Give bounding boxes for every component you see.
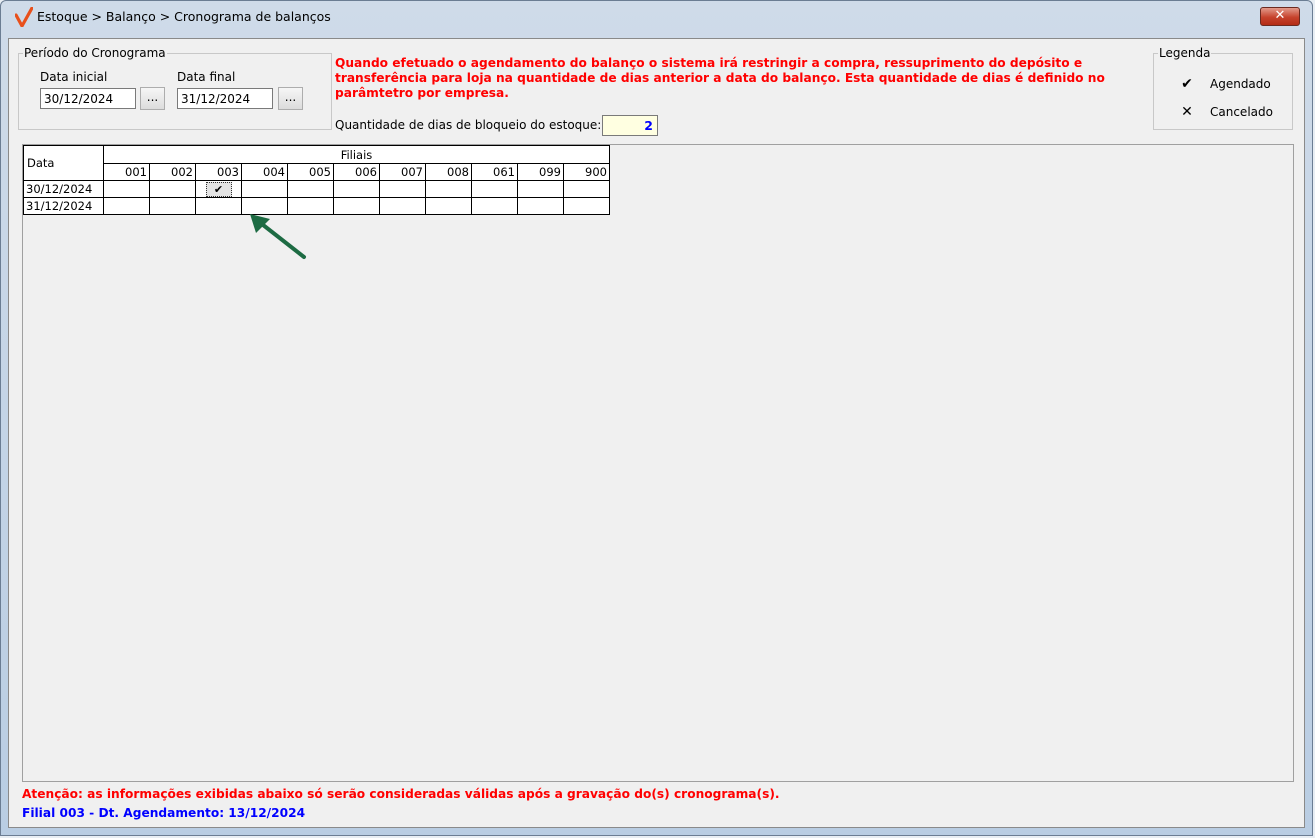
schedule-cell-003[interactable]: ✔ (195, 180, 242, 198)
schedule-cell-006[interactable] (333, 197, 380, 215)
branch-header-005: 005 (287, 163, 334, 181)
table-row: 30/12/2024 ✔ (23, 180, 610, 198)
schedule-cell-007[interactable] (379, 180, 426, 198)
row-date: 30/12/2024 (23, 180, 104, 198)
footer-warning-text: Atenção: as informações exibidas abaixo … (22, 787, 780, 801)
schedule-cell-099[interactable] (517, 180, 564, 198)
filiais-header: Filiais (103, 145, 610, 164)
schedule-cell-008[interactable] (425, 180, 472, 198)
schedule-cell-900[interactable] (563, 180, 610, 198)
branch-header-006: 006 (333, 163, 380, 181)
branch-header-900: 900 (563, 163, 610, 181)
schedule-cell-099[interactable] (517, 197, 564, 215)
legend-group: Legenda ✔ Agendado ✕ Cancelado (1153, 46, 1293, 130)
footer-schedule-info: Filial 003 - Dt. Agendamento: 13/12/2024 (22, 806, 306, 820)
schedule-cell-001[interactable] (103, 197, 150, 215)
table-row: 31/12/2024 (23, 197, 610, 215)
client-area: Período do Cronograma Data inicial ... D… (8, 38, 1305, 828)
branch-header-001: 001 (103, 163, 150, 181)
branch-header-008: 008 (425, 163, 472, 181)
check-icon: ✔ (1181, 76, 1193, 92)
schedule-cell-003[interactable] (195, 197, 242, 215)
schedule-cell-007[interactable] (379, 197, 426, 215)
schedule-grid-area[interactable]: Data Filiais 001 002 003 004 005 006 007 008 061… (22, 144, 1294, 782)
period-group-legend: Período do Cronograma (24, 46, 166, 60)
end-date-input[interactable] (177, 88, 273, 109)
close-icon: ✕ (1274, 8, 1286, 23)
schedule-cell-900[interactable] (563, 197, 610, 215)
legend-item-scheduled: ✔ Agendado (1178, 76, 1271, 92)
branch-header-row: 001 002 003 004 005 006 007 008 061 099 900 (24, 163, 610, 181)
branch-header-004: 004 (241, 163, 288, 181)
legend-scheduled-label: Agendado (1210, 77, 1271, 91)
end-date-picker-button[interactable]: ... (278, 87, 303, 110)
start-date-picker-button[interactable]: ... (140, 87, 165, 110)
grid-body: 30/12/2024 ✔ 31/12/2024 (23, 180, 610, 215)
period-group: Período do Cronograma Data inicial ... D… (18, 46, 332, 130)
legend-group-title: Legenda (1159, 46, 1211, 60)
close-button[interactable]: ✕ (1260, 7, 1300, 26)
schedule-cell-061[interactable] (471, 180, 518, 198)
schedule-cell-006[interactable] (333, 180, 380, 198)
schedule-cell-008[interactable] (425, 197, 472, 215)
schedule-grid: Data Filiais 001 002 003 004 005 006 007 008 061… (23, 145, 610, 215)
pointer-arrow-icon (250, 214, 306, 259)
block-days-input[interactable] (602, 115, 658, 136)
block-days-label: Quantidade de dias de bloqueio do estoqu… (335, 118, 602, 132)
schedule-cell-002[interactable] (149, 197, 196, 215)
schedule-cell-002[interactable] (149, 180, 196, 198)
app-window: Estoque > Balanço > Cronograma de balanç… (0, 0, 1313, 836)
app-logo-icon (15, 7, 33, 27)
end-date-label: Data final (177, 70, 236, 84)
date-column-header: Data (23, 145, 104, 181)
schedule-warning-text: Quando efetuado o agendamento do balanço… (335, 56, 1105, 100)
cross-icon: ✕ (1181, 104, 1193, 120)
row-date: 31/12/2024 (23, 197, 104, 215)
schedule-cell-001[interactable] (103, 180, 150, 198)
window-title: Estoque > Balanço > Cronograma de balanç… (37, 9, 331, 24)
legend-item-cancelled: ✕ Cancelado (1178, 104, 1273, 120)
start-date-input[interactable] (40, 88, 136, 109)
start-date-label: Data inicial (40, 70, 108, 84)
branch-header-003: 003 (195, 163, 242, 181)
branch-header-061: 061 (471, 163, 518, 181)
schedule-cell-005[interactable] (287, 180, 334, 198)
schedule-cell-004[interactable] (241, 180, 288, 198)
check-icon: ✔ (205, 181, 232, 197)
schedule-cell-061[interactable] (471, 197, 518, 215)
legend-cancelled-label: Cancelado (1210, 105, 1273, 119)
title-bar[interactable]: Estoque > Balanço > Cronograma de balanç… (1, 1, 1312, 31)
branch-header-099: 099 (517, 163, 564, 181)
branch-header-002: 002 (149, 163, 196, 181)
branch-header-007: 007 (379, 163, 426, 181)
